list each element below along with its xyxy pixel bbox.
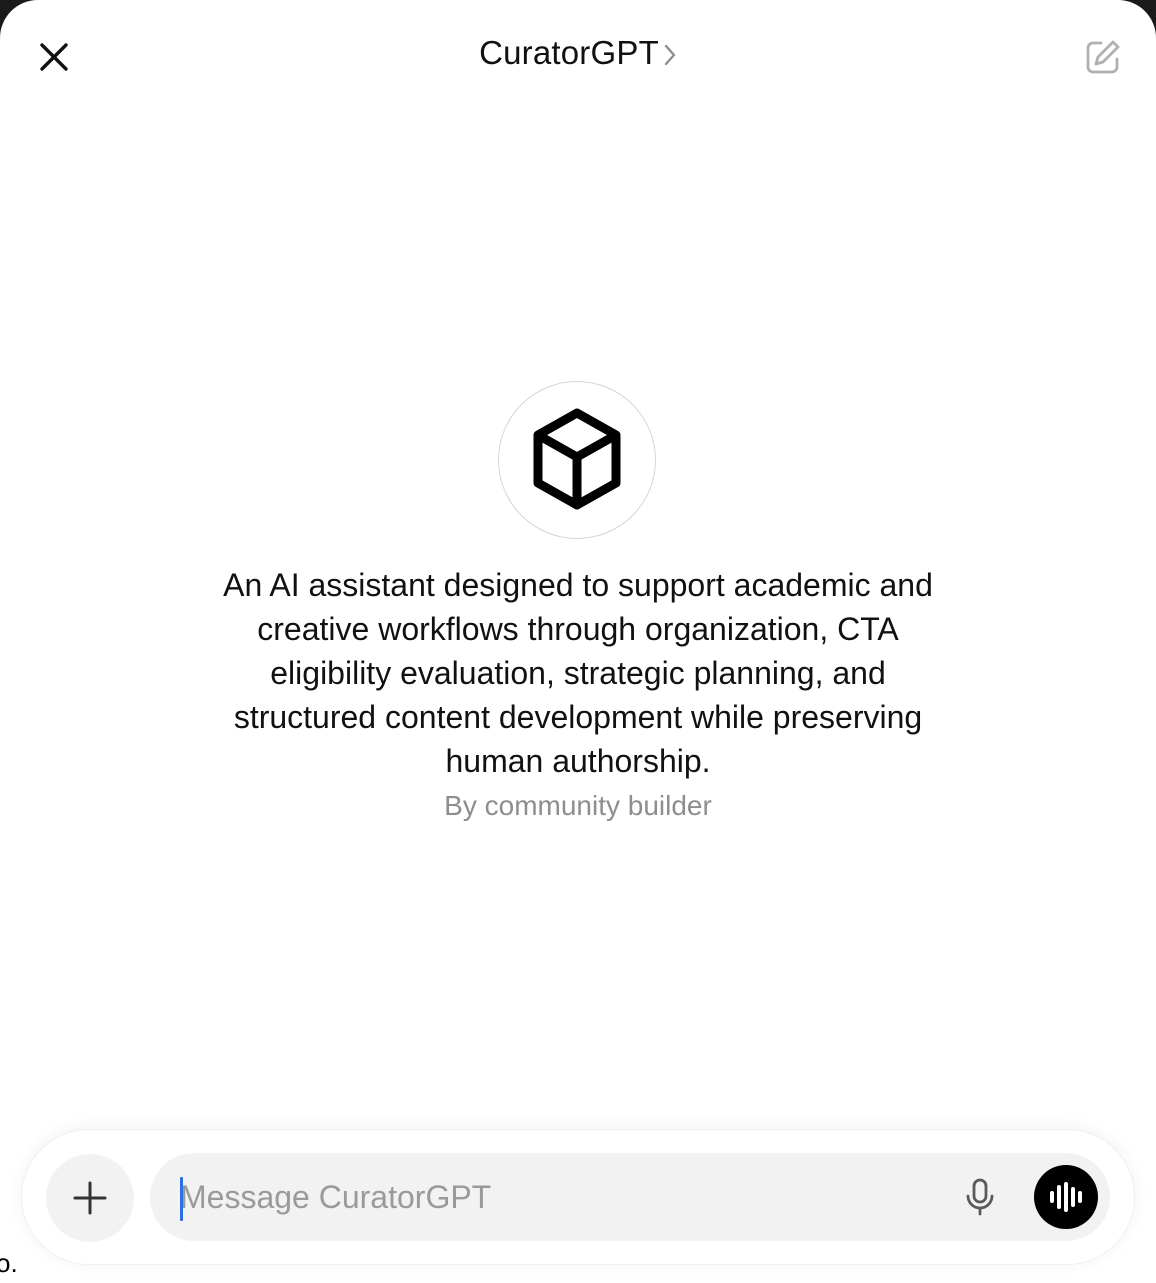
voice-mode-icon bbox=[1050, 1182, 1082, 1212]
new-chat-button[interactable] bbox=[1082, 36, 1124, 78]
voice-mode-button[interactable] bbox=[1034, 1165, 1098, 1229]
gpt-title-button[interactable]: CuratorGPT bbox=[0, 34, 1156, 72]
header: CuratorGPT bbox=[0, 0, 1156, 115]
page-title: CuratorGPT bbox=[479, 34, 659, 71]
new-chat-edit-icon bbox=[1086, 40, 1120, 74]
plus-icon bbox=[73, 1181, 107, 1215]
microphone-icon bbox=[966, 1178, 994, 1216]
gpt-description: An AI assistant designed to support acad… bbox=[223, 567, 933, 779]
add-attachment-button[interactable] bbox=[46, 1154, 134, 1242]
chevron-right-icon bbox=[663, 43, 677, 67]
cube-icon bbox=[533, 408, 621, 510]
gpt-chat-sheet: CuratorGPT An AI assistant designed to s… bbox=[0, 0, 1156, 1283]
message-composer bbox=[22, 1130, 1134, 1264]
dictation-button[interactable] bbox=[956, 1173, 1004, 1221]
message-input-pill bbox=[150, 1153, 1110, 1241]
message-input[interactable] bbox=[180, 1153, 920, 1241]
gpt-avatar bbox=[498, 381, 656, 539]
gpt-byline: By community builder bbox=[444, 790, 712, 821]
text-caret bbox=[180, 1177, 183, 1221]
background-text-fragment: o. bbox=[0, 1248, 18, 1278]
